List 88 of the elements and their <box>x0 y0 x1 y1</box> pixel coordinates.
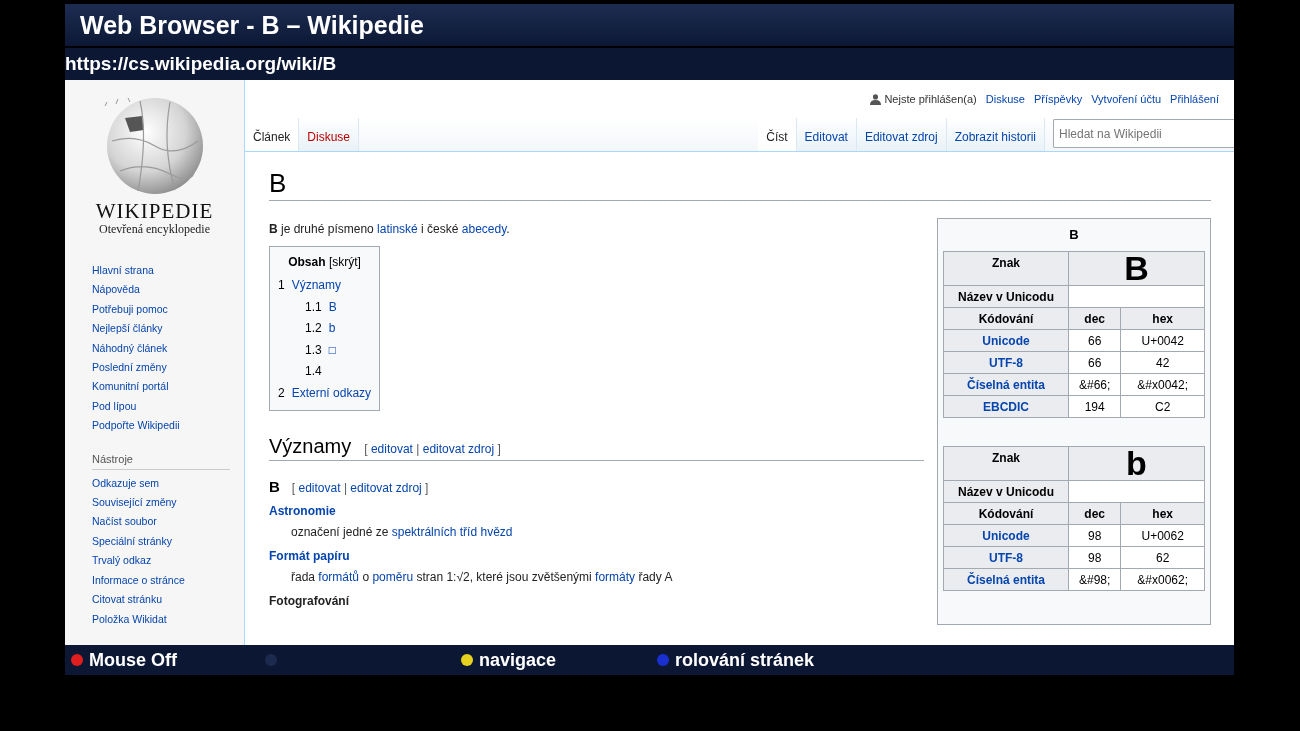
edit-link[interactable]: editovat zdroj <box>350 481 422 495</box>
table-header-cell: Název v Unicodu <box>943 480 1069 503</box>
toc-title: Obsah <box>288 255 326 269</box>
table-header-cell: Název v Unicodu <box>943 285 1069 308</box>
page-tab[interactable]: Článek <box>245 118 300 151</box>
toc-number: 1.1 <box>305 298 322 316</box>
login-status: Nejste přihlášen(a) <box>884 93 977 105</box>
portlet-heading: Nástroje <box>92 452 230 470</box>
search-field[interactable]: Hledat na Wikipedii <box>1053 119 1234 148</box>
sidebar-link[interactable]: Pod lípou <box>92 396 244 417</box>
glyph-cell: B <box>1068 251 1205 286</box>
table-link[interactable]: Číselná entita <box>967 377 1045 392</box>
toc-link[interactable]: Významy <box>291 275 342 297</box>
sidebar-link[interactable]: Komunitní portál <box>92 377 244 397</box>
term-link[interactable]: Astronomie <box>269 503 336 519</box>
sidebar-link[interactable]: Nejlepší články <box>92 319 244 339</box>
sidebar-link[interactable]: Nápověda <box>92 280 244 300</box>
hint-label: navigace <box>479 649 557 671</box>
edit-links: [ editovat | editovat zdroj ] <box>291 481 429 495</box>
table-header-cell: Znak <box>943 446 1069 481</box>
infobox-title: B <box>1068 226 1080 244</box>
window-title: Web Browser - B – Wikipedie <box>80 10 424 40</box>
sidebar-link[interactable]: Náhodný článek <box>92 338 244 359</box>
toc-number: 1.4 <box>305 363 322 380</box>
subsection-heading: B <box>269 478 280 495</box>
table-link[interactable]: UTF-8 <box>989 550 1023 565</box>
table-link[interactable]: Číselná entita <box>967 572 1045 587</box>
user-link[interactable]: Přihlášení <box>1170 93 1219 105</box>
sidebar-link[interactable]: Speciální stránky <box>92 531 244 552</box>
toc-link[interactable]: b <box>328 318 336 340</box>
intro-text: B je druhé písmeno latinské i české abecedy. <box>269 221 510 238</box>
table-header-cell: Kódování <box>943 307 1069 330</box>
definition-text: označení jedné ze spektrálních tříd hvězd <box>291 524 513 540</box>
sidebar-link[interactable]: Potřebuji pomoc <box>92 299 244 320</box>
table-link[interactable]: UTF-8 <box>989 355 1023 370</box>
table-link[interactable]: Unicode <box>982 333 1030 348</box>
term-link[interactable]: Formát papíru <box>269 548 350 564</box>
definition-text: řada formátů o poměru stran 1:√2, které jsou zvětšenými formáty řady A <box>291 569 673 585</box>
glyph-cell: b <box>1068 446 1205 481</box>
table-link[interactable]: EBCDIC <box>983 399 1029 414</box>
sidebar-link[interactable]: Odkazuje sem <box>92 473 244 494</box>
text-link[interactable]: formátů <box>318 570 360 584</box>
wordmark: WIKIPEDIE <box>95 200 214 222</box>
table-link[interactable]: Unicode <box>982 528 1030 543</box>
toc-number: 1 <box>278 277 285 294</box>
hint-label: rolování stránek <box>675 649 815 671</box>
tagline: Otevřená encyklopedie <box>99 222 210 236</box>
sidebar-link[interactable]: Související změny <box>92 493 244 513</box>
toc-toggle-link[interactable]: [skrýt] <box>328 255 361 269</box>
edit-link[interactable]: editovat <box>298 481 341 495</box>
term: Fotografování <box>269 593 349 609</box>
text-link[interactable]: spektrálních tříd hvězd <box>391 525 513 539</box>
view-tab[interactable]: Číst <box>758 118 797 151</box>
text-link[interactable]: latinské <box>377 222 418 236</box>
text-link[interactable]: poměru <box>372 570 414 584</box>
sidebar-link[interactable]: Podpořte Wikipedii <box>92 416 244 436</box>
toc-number: 2 <box>278 384 285 402</box>
edit-link[interactable]: editovat zdroj <box>422 442 495 456</box>
toc-link[interactable]: □ <box>328 339 336 361</box>
view-tab[interactable]: Zobrazit historii <box>946 118 1045 151</box>
table-header-cell: Znak <box>943 251 1069 286</box>
sidebar-link[interactable]: Hlavní strana <box>92 261 244 281</box>
sidebar-link[interactable]: Trvalý odkaz <box>92 551 244 571</box>
view-tab[interactable]: Editovat zdroj <box>856 118 947 151</box>
toc-number: 1.3 <box>305 341 322 359</box>
sidebar-link[interactable]: Informace o stránce <box>92 570 244 591</box>
page-tab[interactable]: Diskuse <box>299 118 360 151</box>
page-heading: B <box>269 166 1211 201</box>
view-tab[interactable]: Editovat <box>796 118 857 151</box>
table-header-cell: Kódování <box>943 502 1069 525</box>
edit-link[interactable]: editovat <box>370 442 413 456</box>
edit-links: [ editovat | editovat zdroj ] <box>364 442 501 456</box>
section-heading: Významy <box>269 435 352 458</box>
address-bar[interactable]: https://cs.wikipedia.org/wiki/B <box>65 48 1234 80</box>
url-text: https://cs.wikipedia.org/wiki/B <box>65 53 337 75</box>
toc-link[interactable]: Externí odkazy <box>291 382 372 404</box>
user-link[interactable]: Vytvoření účtu <box>1091 93 1162 105</box>
sidebar-link[interactable]: Položka Wikidat <box>92 609 244 629</box>
user-icon <box>870 93 882 105</box>
sidebar-link[interactable]: Citovat stránku <box>92 590 244 610</box>
user-link[interactable]: Příspěvky <box>1033 93 1083 105</box>
toc-number: 1.2 <box>305 320 322 337</box>
text-link[interactable]: formáty <box>595 570 636 584</box>
hint-label: Mouse Off <box>89 649 177 671</box>
user-link[interactable]: Diskuse <box>985 93 1025 105</box>
sidebar-link[interactable]: Poslední změny <box>92 358 244 378</box>
toc-link[interactable]: B <box>328 296 337 318</box>
sidebar-link[interactable]: Načíst soubor <box>92 512 244 532</box>
